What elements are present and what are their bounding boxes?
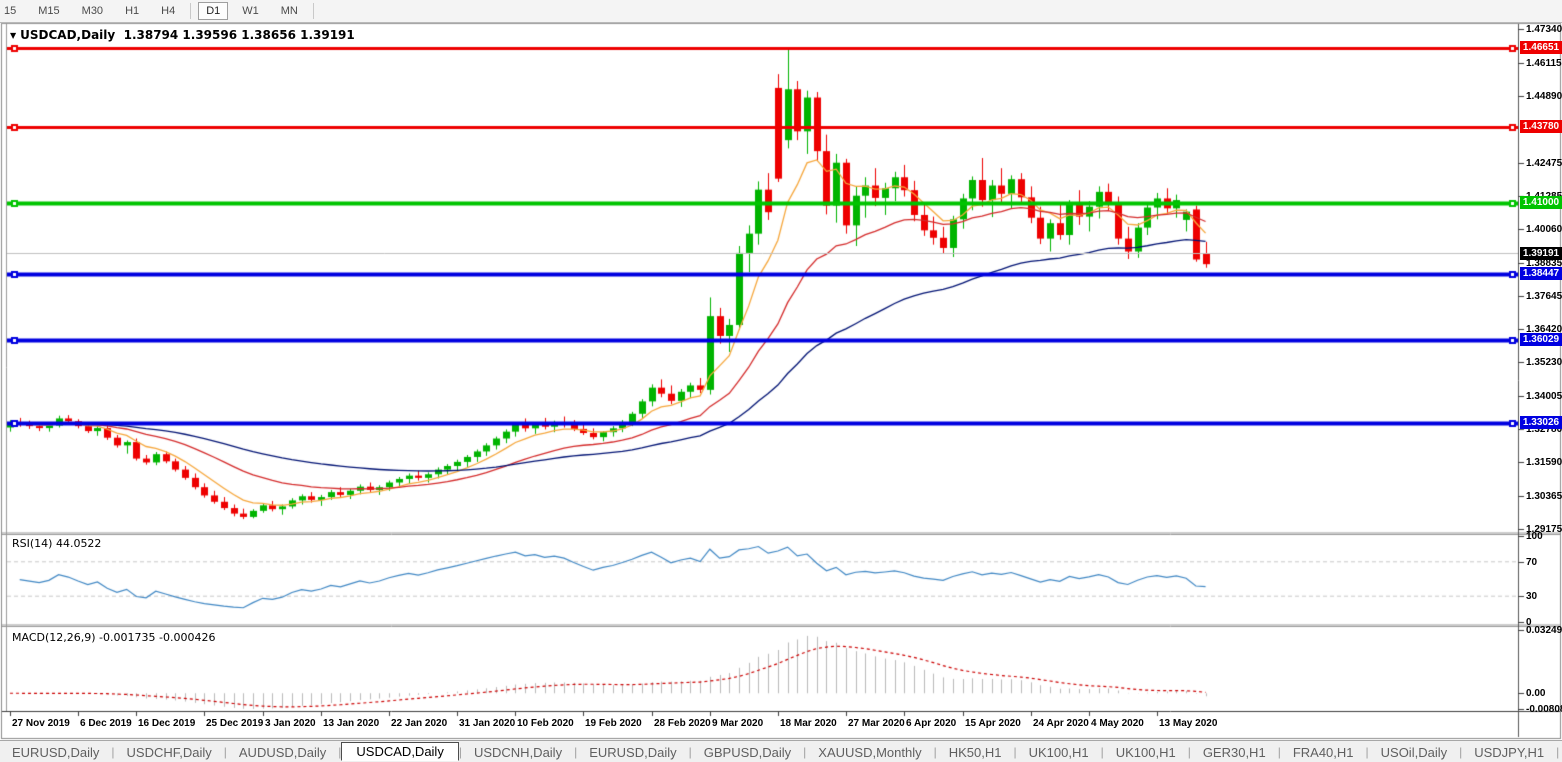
rsi-axis-tick: 70	[1526, 557, 1537, 568]
price-axis-tick: 1.44890	[1526, 91, 1562, 102]
chart-tab-fra40-12[interactable]: FRA40,H1	[1281, 744, 1366, 761]
time-axis-label: 27 Mar 2020	[848, 718, 905, 729]
price-level-badge: 1.46651	[1520, 41, 1562, 54]
price-axis-tick: 1.37645	[1526, 291, 1562, 302]
rsi-axis-tick: 100	[1526, 531, 1543, 542]
timeframe-button-w1[interactable]: W1	[234, 2, 267, 20]
price-axis-tick: 1.31590	[1526, 457, 1562, 468]
time-axis-label: 4 May 2020	[1091, 718, 1144, 729]
price-level-badge: 1.36029	[1520, 333, 1562, 346]
time-axis-label: 3 Jan 2020	[265, 718, 316, 729]
price-axis-tick: 1.42475	[1526, 158, 1562, 169]
macd-axis-tick: 0.00	[1526, 688, 1545, 699]
timeframe-button-15[interactable]: 15	[0, 2, 24, 20]
time-axis-label: 9 Mar 2020	[712, 718, 763, 729]
macd-axis-tick: 0.032493	[1526, 625, 1562, 636]
current-price-badge: 1.39191	[1520, 247, 1562, 260]
macd-axis-tick: -0.008086	[1526, 704, 1562, 715]
price-level-badge: 1.43780	[1520, 120, 1562, 133]
time-axis-label: 24 Apr 2020	[1033, 718, 1089, 729]
chart-dropdown-icon[interactable]: ▼	[10, 31, 16, 40]
toolbar-divider	[190, 3, 191, 19]
time-axis-label: 13 Jan 2020	[323, 718, 379, 729]
price-axis-tick: 1.30365	[1526, 491, 1562, 502]
price-level-badge: 1.41000	[1520, 196, 1562, 209]
chart-tab-usoil-13[interactable]: USOil,Daily	[1369, 744, 1459, 761]
timeframe-button-mn[interactable]: MN	[273, 2, 306, 20]
chart-tab-gbpusd-6[interactable]: GBPUSD,Daily	[692, 744, 803, 761]
timeframe-button-m30[interactable]: M30	[74, 2, 111, 20]
time-axis-label: 15 Apr 2020	[965, 718, 1021, 729]
time-axis-label: 16 Dec 2019	[138, 718, 195, 729]
rsi-indicator-label: RSI(14) 44.0522	[12, 537, 101, 550]
chart-tab-usdjpy-14[interactable]: USDJPY,H1	[1462, 744, 1556, 761]
chart-tab-audusd-2[interactable]: AUDUSD,Daily	[227, 744, 338, 761]
price-chart-canvas[interactable]	[0, 0, 1562, 762]
time-axis-label: 31 Jan 2020	[459, 718, 515, 729]
rsi-axis-tick: 30	[1526, 591, 1537, 602]
chart-tab-uk100-9[interactable]: UK100,H1	[1017, 744, 1101, 761]
price-axis-tick: 1.34005	[1526, 391, 1562, 402]
time-axis-label: 10 Feb 2020	[517, 718, 574, 729]
time-axis-label: 13 May 2020	[1159, 718, 1217, 729]
chart-tab-eurusd-0[interactable]: EURUSD,Daily	[0, 744, 111, 761]
price-level-badge: 1.33026	[1520, 416, 1562, 429]
timeframe-button-m15[interactable]: M15	[30, 2, 67, 20]
price-level-badge: 1.38447	[1520, 267, 1562, 280]
chart-tab-usdcad-3[interactable]: USDCAD,Daily	[341, 742, 458, 761]
chart-tab-uk100-10[interactable]: UK100,H1	[1104, 744, 1188, 761]
chart-ohlc-values: 1.38794 1.39596 1.38656 1.39191	[124, 28, 355, 42]
chart-symbol-label: USDCAD,Daily	[20, 28, 115, 42]
time-axis-label: 18 Mar 2020	[780, 718, 837, 729]
chart-tab-ger30-11[interactable]: GER30,H1	[1191, 744, 1278, 761]
chart-tab-usdchf-1[interactable]: USDCHF,Daily	[115, 744, 224, 761]
price-axis-tick: 1.47340	[1526, 24, 1562, 35]
time-axis-label: 6 Apr 2020	[906, 718, 956, 729]
price-axis-tick: 1.35230	[1526, 357, 1562, 368]
trading-terminal: 1.473401.461151.448901.424751.412851.400…	[0, 0, 1562, 762]
chart-tab-bar: EURUSD,Daily|USDCHF,Daily|AUDUSD,Daily|U…	[0, 740, 1562, 762]
chart-title: ▼ USDCAD,Daily 1.38794 1.39596 1.38656 1.…	[10, 28, 355, 42]
chart-tab-eurusd-5[interactable]: EURUSD,Daily	[577, 744, 688, 761]
chart-tab-hk50-8[interactable]: HK50,H1	[937, 744, 1014, 761]
time-axis-label: 28 Feb 2020	[654, 718, 711, 729]
time-axis-label: 27 Nov 2019	[12, 718, 70, 729]
timeframe-button-h4[interactable]: H4	[153, 2, 183, 20]
price-axis-tick: 1.40060	[1526, 224, 1562, 235]
price-axis-tick: 1.46115	[1526, 58, 1562, 69]
chart-tab-xauusd-7[interactable]: XAUUSD,Monthly	[806, 744, 933, 761]
toolbar-divider	[313, 3, 314, 19]
chart-window[interactable]: 1.473401.461151.448901.424751.412851.400…	[0, 0, 1562, 762]
time-axis-label: 6 Dec 2019	[80, 718, 132, 729]
macd-indicator-label: MACD(12,26,9) -0.001735 -0.000426	[12, 631, 215, 644]
time-axis-label: 22 Jan 2020	[391, 718, 447, 729]
time-axis-label: 19 Feb 2020	[585, 718, 642, 729]
timeframe-button-h1[interactable]: H1	[117, 2, 147, 20]
timeframe-button-d1[interactable]: D1	[198, 2, 228, 20]
time-axis-label: 25 Dec 2019	[206, 718, 263, 729]
timeframe-toolbar: 15 M15 M30 H1 H4 D1 W1 MN	[0, 0, 1562, 23]
chart-tab-usdcnh-4[interactable]: USDCNH,Daily	[462, 744, 574, 761]
